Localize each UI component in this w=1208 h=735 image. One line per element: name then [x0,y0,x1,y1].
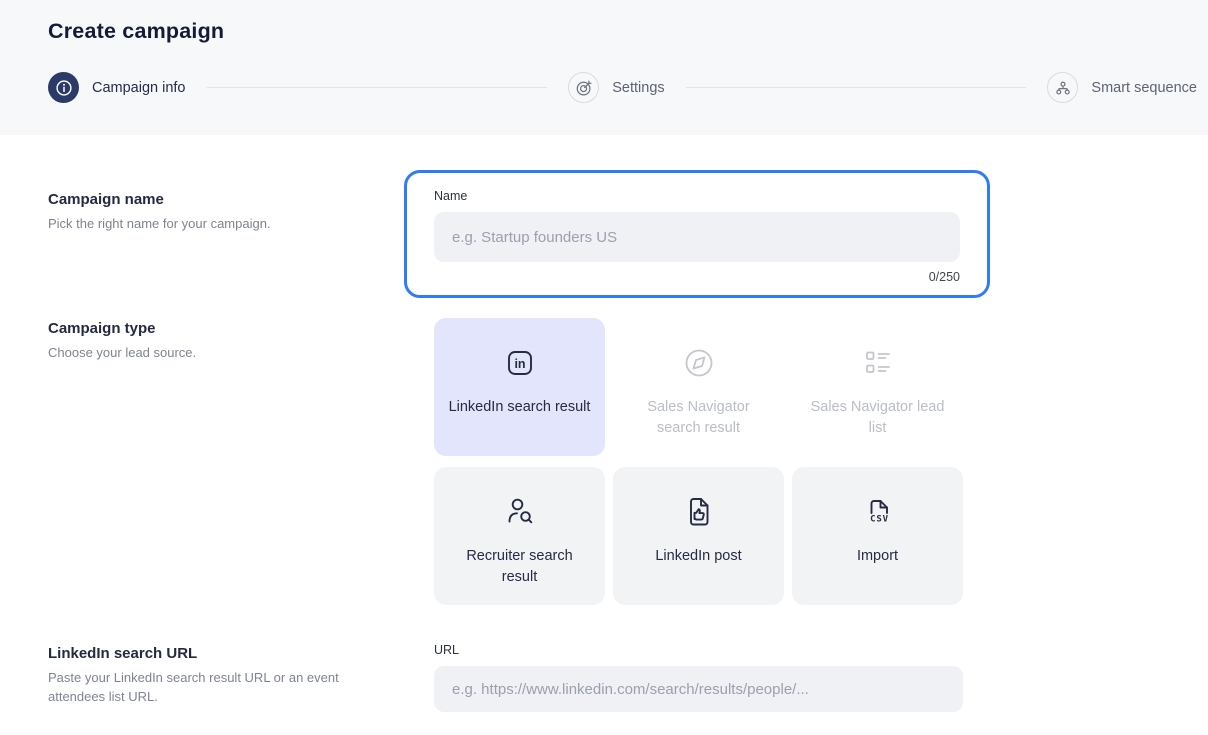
linkedin-search-url-description: Paste your LinkedIn search result URL or… [48,669,394,707]
campaign-type-grid: in LinkedIn search result Sales Navigato… [434,318,963,605]
type-card-sales-navigator-lead-list[interactable]: Sales Navigator lead list [792,318,963,456]
campaign-type-description: Choose your lead source. [48,344,394,363]
type-card-label: Import [843,546,912,567]
compass-icon [679,342,719,384]
type-card-import[interactable]: CSV Import [792,467,963,605]
char-counter: 0/250 [434,270,960,284]
stepper-step-smart-sequence[interactable]: Smart sequence [1047,72,1197,103]
lead-list-icon [858,342,898,384]
campaign-info-form: Campaign name Pick the right name for yo… [0,170,1208,712]
type-card-label: Sales Navigator lead list [792,397,963,440]
type-card-linkedin-post[interactable]: LinkedIn post [613,467,784,605]
linkedin-search-url-heading: LinkedIn search URL [48,645,394,662]
name-field-label: Name [434,189,960,203]
stepper-step-campaign-info[interactable]: Campaign info [48,72,186,103]
linkedin-icon: in [500,342,540,384]
stepper-label-campaign-info: Campaign info [92,80,186,96]
campaign-type-section: Campaign type Choose your lead source. i… [48,318,1160,605]
campaign-name-heading: Campaign name [48,191,394,208]
stepper-label-settings: Settings [612,80,664,96]
type-card-sales-navigator-search-result[interactable]: Sales Navigator search result [613,318,784,456]
svg-text:in: in [514,357,525,371]
page-title: Create campaign [48,19,1160,44]
stepper-connector-line [686,87,1027,88]
thumbs-up-file-icon [679,491,719,533]
sitemap-icon [1047,72,1078,103]
campaign-name-description: Pick the right name for your campaign. [48,215,394,234]
type-card-label: LinkedIn post [641,546,755,567]
linkedin-search-url-section: LinkedIn search URL Paste your LinkedIn … [48,643,1160,712]
url-field: URL [434,643,963,712]
stepper-step-settings[interactable]: Settings [568,72,664,103]
url-field-label: URL [434,643,963,657]
target-icon [568,72,599,103]
svg-text:CSV: CSV [870,515,889,525]
type-card-label: Sales Navigator search result [613,397,784,440]
type-card-linkedin-search-result[interactable]: in LinkedIn search result [434,318,605,456]
campaign-type-heading: Campaign type [48,320,394,337]
type-card-recruiter-search-result[interactable]: Recruiter search result [434,467,605,605]
stepper-connector-line [207,87,548,88]
csv-file-icon: CSV [858,491,898,533]
campaign-stepper: Campaign info Settings [48,72,1197,103]
type-card-label: LinkedIn search result [435,397,605,418]
type-card-label: Recruiter search result [434,546,605,589]
recruiter-search-icon [500,491,540,533]
campaign-name-input[interactable] [434,212,960,262]
stepper-label-smart-sequence: Smart sequence [1091,80,1197,96]
create-campaign-header: Create campaign Campaign info [0,0,1208,135]
linkedin-search-url-input[interactable] [434,666,963,712]
campaign-name-section: Campaign name Pick the right name for yo… [48,170,1160,298]
info-icon [48,72,79,103]
campaign-name-card: Name 0/250 [404,170,990,298]
